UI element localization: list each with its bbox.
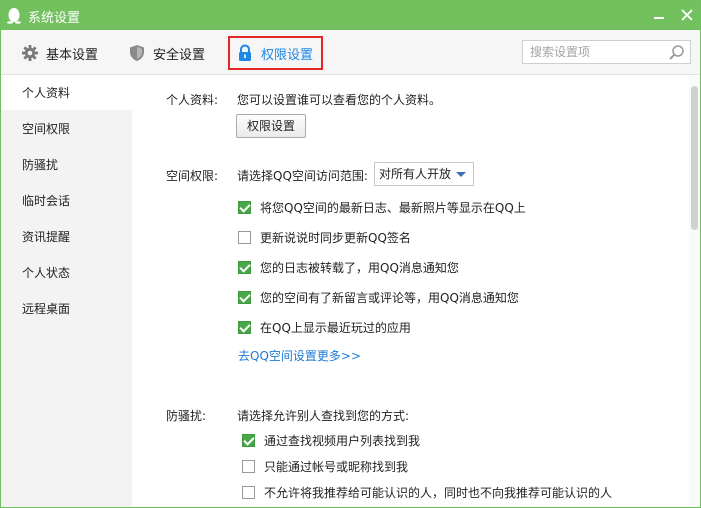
option-find-by-video-list[interactable]: 通过查找视频用户列表找到我	[242, 432, 420, 449]
title-bar[interactable]: 系统设置	[1, 1, 700, 30]
tab-label: 安全设置	[153, 47, 206, 63]
checkbox[interactable]	[238, 231, 251, 244]
sidebar-item-news-alert[interactable]: 资讯提醒	[1, 220, 132, 254]
more-space-settings-link[interactable]: 去QQ空间设置更多>>	[238, 347, 361, 364]
option-no-recommendation[interactable]: 不允许将我推荐给可能认识的人，同时也不向我推荐可能认识的人	[242, 484, 612, 501]
close-icon	[681, 9, 693, 21]
option-find-by-account-only[interactable]: 只能通过帐号或昵称找到我	[242, 458, 408, 475]
close-button[interactable]	[676, 5, 698, 25]
minimize-button[interactable]	[648, 5, 670, 25]
window-title: 系统设置	[28, 11, 81, 26]
search-icon[interactable]	[668, 44, 685, 61]
option-label: 将您QQ空间的最新日志、最新照片等显示在QQ上	[260, 201, 526, 215]
checkbox[interactable]	[238, 261, 251, 274]
space-range-prompt: 请选择QQ空间访问范围:	[237, 169, 368, 183]
checkbox[interactable]	[238, 201, 251, 214]
scrollbar-thumb[interactable]	[691, 86, 698, 230]
sidebar-item-personal-status[interactable]: 个人状态	[1, 256, 132, 290]
option-label: 通过查找视频用户列表找到我	[264, 434, 421, 448]
option-label: 您的空间有了新留言或评论等，用QQ消息通知您	[260, 291, 519, 305]
search-input[interactable]	[523, 41, 663, 63]
chevron-down-icon	[456, 172, 466, 177]
tab-security-settings[interactable]: 安全设置	[122, 36, 220, 70]
checkbox[interactable]	[242, 434, 255, 447]
checkbox[interactable]	[238, 291, 251, 304]
sidebar-item-temp-chat[interactable]: 临时会话	[1, 184, 132, 218]
shield-icon	[130, 45, 144, 61]
option-label: 您的日志被转载了，用QQ消息通知您	[260, 261, 459, 275]
settings-window: 系统设置 基本设置 安全设置 权限设置 搜索设置项 个人资料 空间权限 防骚扰 …	[0, 0, 701, 508]
space-range-select[interactable]: 对所有人开放	[374, 162, 474, 186]
option-label: 只能通过帐号或昵称找到我	[264, 460, 409, 474]
option-show-latest-posts[interactable]: 将您QQ空间的最新日志、最新照片等显示在QQ上	[238, 199, 526, 216]
sidebar-item-remote-desktop[interactable]: 远程桌面	[1, 292, 132, 326]
section-label-profile: 个人资料:	[166, 93, 219, 107]
minimize-icon	[654, 17, 664, 19]
search-box[interactable]	[522, 40, 691, 64]
option-notify-comments[interactable]: 您的空间有了新留言或评论等，用QQ消息通知您	[238, 289, 519, 306]
checkbox[interactable]	[242, 460, 255, 473]
tab-permission-settings[interactable]: 权限设置	[228, 36, 323, 70]
option-notify-repost[interactable]: 您的日志被转载了，用QQ消息通知您	[238, 259, 459, 276]
option-show-recent-apps[interactable]: 在QQ上显示最近玩过的应用	[238, 319, 411, 336]
section-label-harassment: 防骚扰:	[166, 409, 207, 423]
gear-icon	[22, 45, 38, 61]
sidebar: 个人资料 空间权限 防骚扰 临时会话 资讯提醒 个人状态 远程桌面	[1, 76, 132, 507]
sidebar-item-anti-harassment[interactable]: 防骚扰	[1, 148, 132, 182]
option-label: 不允许将我推荐给可能认识的人，同时也不向我推荐可能认识的人	[264, 486, 613, 500]
profile-description: 您可以设置谁可以查看您的个人资料。	[237, 93, 442, 107]
permission-settings-button[interactable]: 权限设置	[236, 114, 306, 138]
penguin-icon	[7, 8, 21, 24]
vertical-scrollbar[interactable]	[689, 76, 700, 507]
lock-icon	[239, 44, 251, 61]
sidebar-item-profile[interactable]: 个人资料	[1, 76, 132, 110]
checkbox[interactable]	[242, 486, 255, 499]
tab-label: 基本设置	[46, 47, 99, 63]
section-label-space: 空间权限:	[166, 169, 219, 183]
checkbox[interactable]	[238, 321, 251, 334]
tab-bar: 基本设置 安全设置 权限设置	[1, 30, 700, 75]
option-label: 在QQ上显示最近玩过的应用	[260, 321, 411, 335]
tab-basic-settings[interactable]: 基本设置	[15, 36, 115, 70]
option-label: 更新说说时同步更新QQ签名	[260, 231, 411, 245]
content-panel: 个人资料: 您可以设置谁可以查看您的个人资料。 权限设置 空间权限: 请选择QQ…	[132, 76, 700, 507]
sidebar-item-space-permission[interactable]: 空间权限	[1, 112, 132, 146]
option-sync-signature[interactable]: 更新说说时同步更新QQ签名	[238, 229, 411, 246]
harassment-prompt: 请选择允许别人查找到您的方式:	[237, 409, 410, 423]
tab-label: 权限设置	[261, 47, 314, 63]
space-range-value: 对所有人开放	[379, 167, 452, 181]
